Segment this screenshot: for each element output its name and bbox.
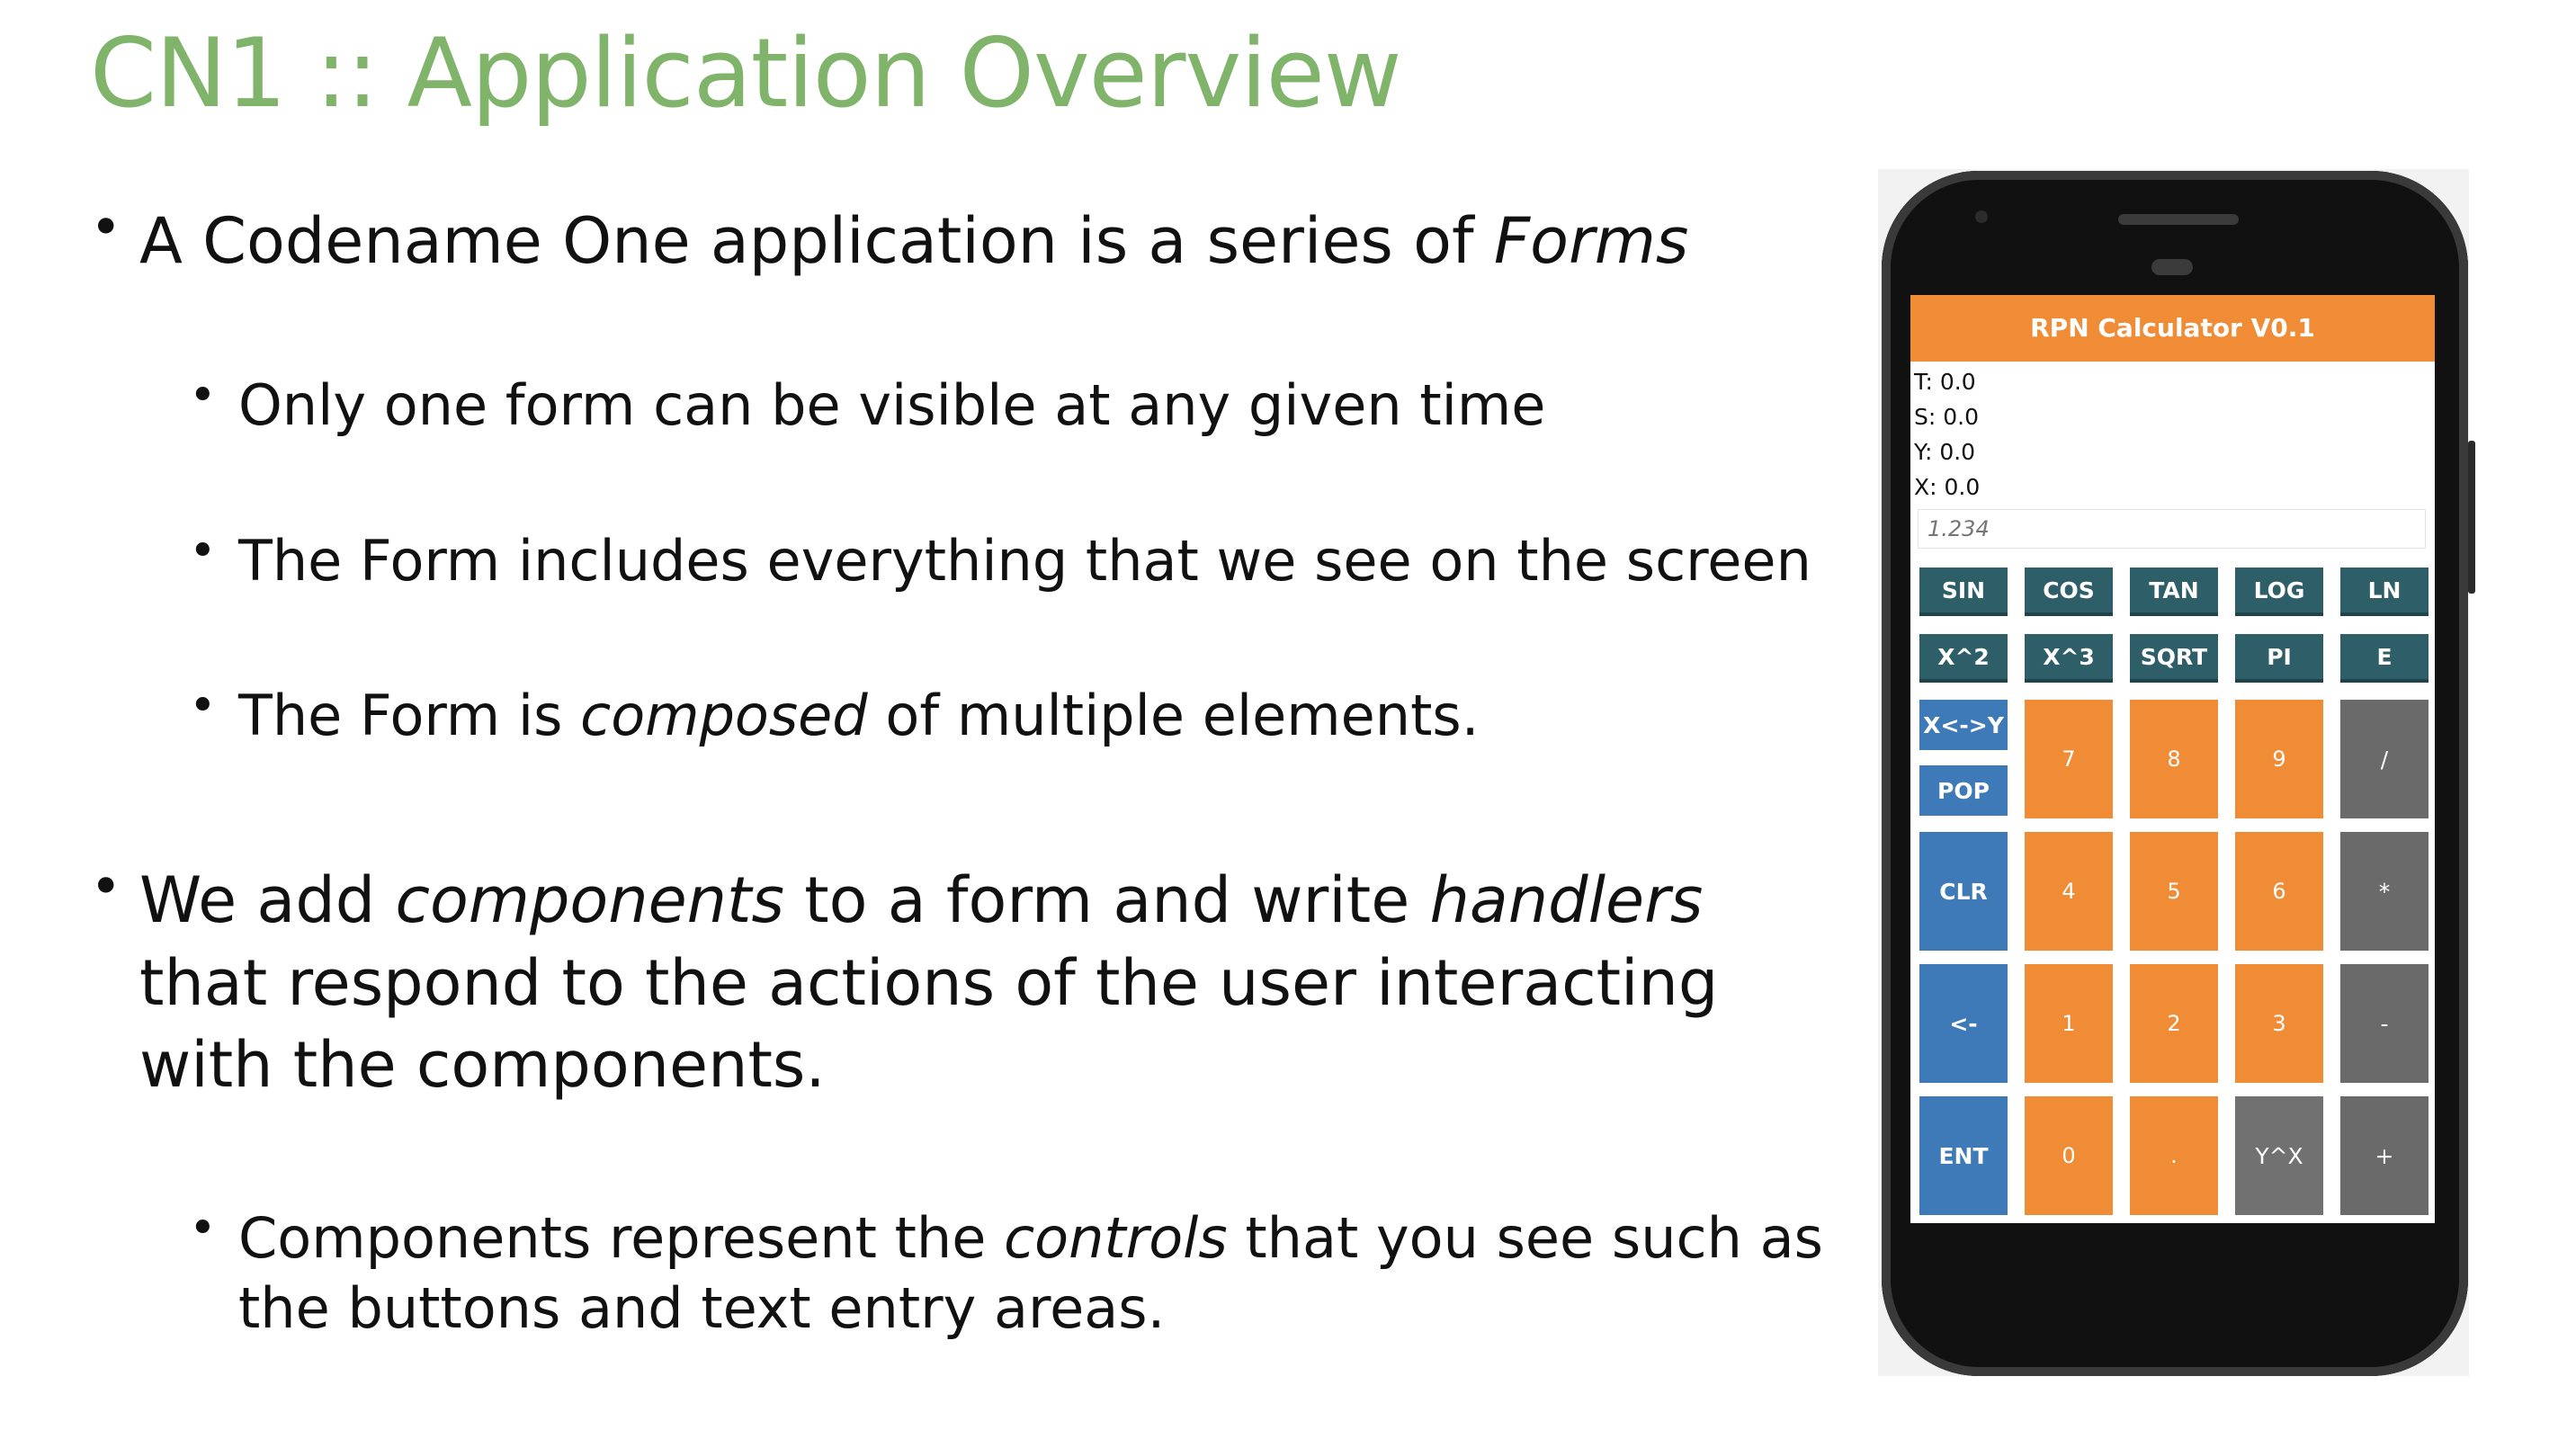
number-input[interactable] — [1918, 509, 2426, 549]
text-run: We add — [139, 863, 396, 937]
key-add[interactable]: + — [2340, 1096, 2428, 1215]
key-x-2[interactable]: X^2 — [1919, 634, 2008, 683]
key-tan[interactable]: TAN — [2130, 568, 2218, 616]
bullet-text: The Form is composed of multiple element… — [238, 681, 1479, 751]
text-run: to a form and write — [783, 863, 1430, 937]
key-multiply[interactable]: * — [2340, 832, 2428, 951]
text-run: Only one form can be visible at any give… — [238, 372, 1546, 438]
text-run: that you see such as — [1227, 1205, 1823, 1271]
key-digit-3[interactable]: 3 — [2235, 964, 2323, 1083]
key-ent[interactable]: ENT — [1919, 1096, 2008, 1215]
bullet-marker: • — [189, 679, 217, 733]
key-swap-x-y[interactable]: X<->Y — [1919, 700, 2008, 750]
text-run: the buttons and text entry areas. — [238, 1275, 1166, 1341]
bullet-marker: • — [90, 196, 122, 259]
key-sqrt[interactable]: SQRT — [2130, 634, 2218, 683]
phone-mockup: RPN Calculator V0.1 T: 0.0 S: 0.0 Y: 0.0… — [1882, 171, 2475, 1376]
key-digit-9[interactable]: 9 — [2235, 700, 2323, 818]
key-divide[interactable]: / — [2340, 700, 2428, 818]
emphasized-text: controls — [1004, 1205, 1228, 1271]
register-s: S: 0.0 — [1914, 404, 1979, 430]
text-run: The Form includes everything that we see… — [238, 528, 1811, 594]
key-digit-5[interactable]: 5 — [2130, 832, 2218, 951]
emphasized-text: components — [395, 863, 784, 937]
key-x-3[interactable]: X^3 — [2025, 634, 2113, 683]
key-log[interactable]: LOG — [2235, 568, 2323, 616]
key-backspace[interactable]: <- — [1919, 964, 2008, 1083]
bullet-text: the buttons and text entry areas. — [238, 1274, 1165, 1344]
speaker-grille — [2118, 214, 2239, 225]
key-digit-8[interactable]: 8 — [2130, 700, 2218, 818]
key-clr[interactable]: CLR — [1919, 832, 2008, 951]
text-run: of multiple elements. — [867, 683, 1480, 748]
bullet-marker: • — [189, 1202, 217, 1256]
power-button — [2468, 441, 2475, 594]
text-run: that respond to the actions of the user … — [139, 946, 1719, 1020]
key-digit-2[interactable]: 2 — [2130, 964, 2218, 1083]
app-title-bar: RPN Calculator V0.1 — [1910, 295, 2435, 362]
key-sin[interactable]: SIN — [1919, 568, 2008, 616]
text-run: The Form is — [238, 683, 581, 748]
register-y: Y: 0.0 — [1914, 439, 1976, 465]
key-digit-7[interactable]: 7 — [2025, 700, 2113, 818]
emphasized-text: handlers — [1429, 863, 1704, 937]
bullet-marker: • — [189, 524, 217, 578]
bullet-marker: • — [189, 369, 217, 423]
bullet-text: The Form includes everything that we see… — [238, 526, 1811, 596]
slide-title: CN1 :: Application Overview — [90, 18, 1402, 129]
register-t: T: 0.0 — [1914, 369, 1976, 395]
bullet-text: with the components. — [139, 1023, 826, 1106]
key-decimal-point[interactable]: . — [2130, 1096, 2218, 1215]
bullet-text: Components represent the controls that y… — [238, 1203, 1823, 1274]
text-run: Components represent the — [238, 1205, 1005, 1271]
register-x: X: 0.0 — [1914, 474, 1981, 500]
key-digit-1[interactable]: 1 — [2025, 964, 2113, 1083]
emphasized-text: composed — [580, 683, 868, 748]
bullet-text: A Codename One application is a series o… — [139, 200, 1688, 282]
key-subtract[interactable]: - — [2340, 964, 2428, 1083]
key-power[interactable]: Y^X — [2235, 1096, 2323, 1215]
key-pi[interactable]: PI — [2235, 634, 2323, 683]
key-digit-4[interactable]: 4 — [2025, 832, 2113, 951]
key-digit-6[interactable]: 6 — [2235, 832, 2323, 951]
bullet-text: Only one form can be visible at any give… — [238, 371, 1545, 441]
key-pop[interactable]: POP — [1919, 765, 2008, 816]
front-camera-icon — [1975, 210, 1988, 223]
bullet-marker: • — [90, 855, 122, 918]
bullet-text: We add components to a form and write ha… — [139, 859, 1703, 942]
key-e[interactable]: E — [2340, 634, 2428, 683]
calculator-screen: RPN Calculator V0.1 T: 0.0 S: 0.0 Y: 0.0… — [1910, 295, 2435, 1223]
bullet-text: that respond to the actions of the user … — [139, 942, 1718, 1024]
text-run: with the components. — [139, 1028, 826, 1102]
text-run: A Codename One application is a series o… — [139, 204, 1494, 278]
key-ln[interactable]: LN — [2340, 568, 2428, 616]
key-digit-0[interactable]: 0 — [2025, 1096, 2113, 1215]
emphasized-text: Forms — [1493, 204, 1689, 278]
key-cos[interactable]: COS — [2025, 568, 2113, 616]
earpiece — [2151, 259, 2193, 275]
